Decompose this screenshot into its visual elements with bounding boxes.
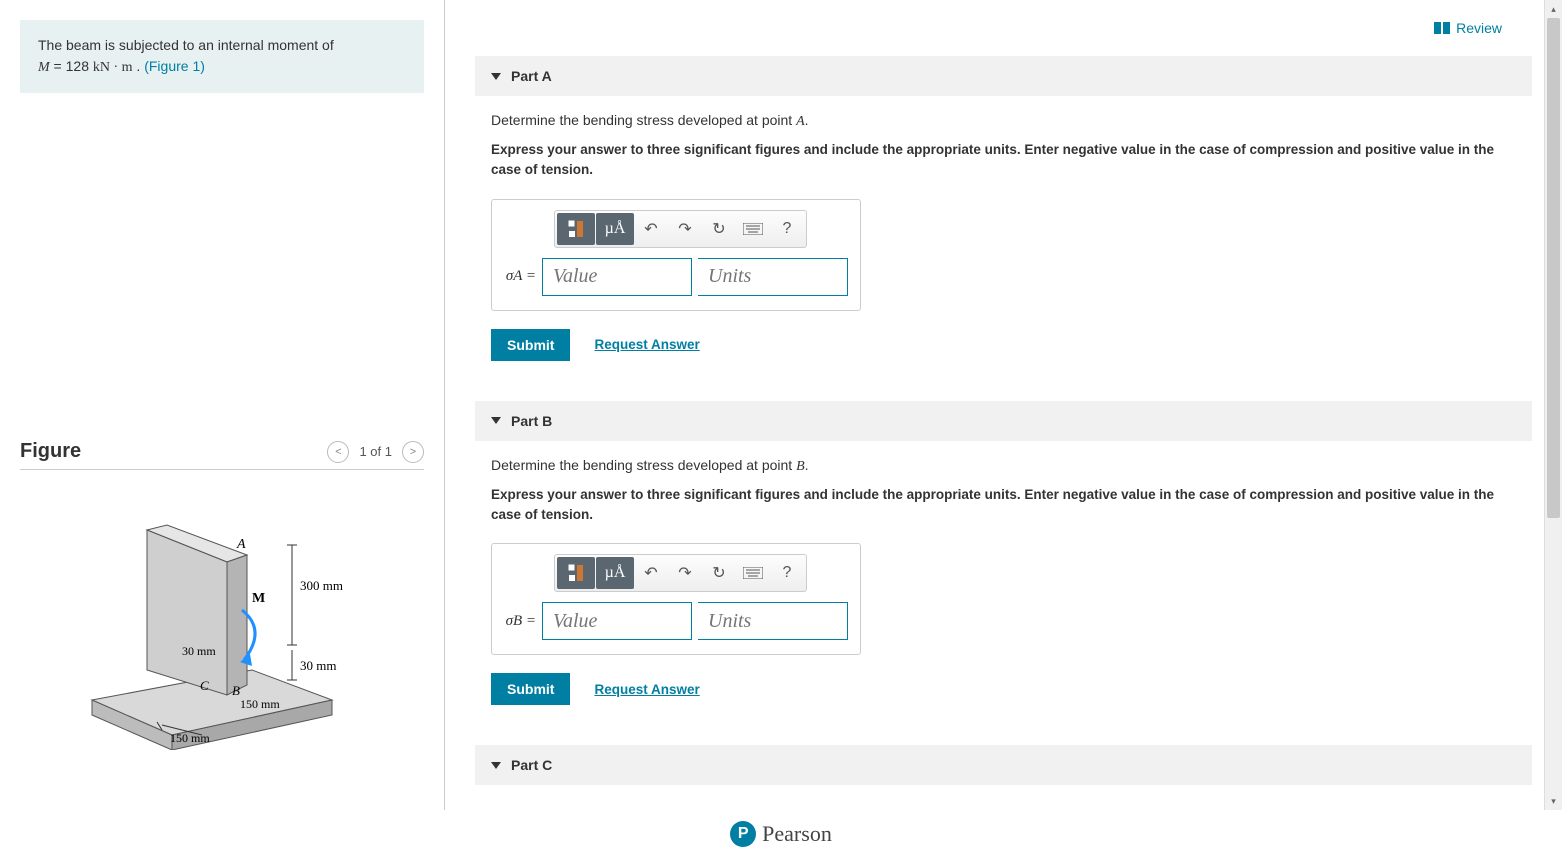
template-fraction-button[interactable] xyxy=(557,213,595,245)
part-title: Part B xyxy=(511,413,552,429)
special-char-button[interactable]: µÅ xyxy=(596,557,634,589)
figure-nav: < 1 of 1 > xyxy=(327,441,424,463)
answer-toolbar: µÅ ↶ ↷ ↻ ? xyxy=(554,554,807,592)
scroll-thumb[interactable] xyxy=(1547,18,1560,518)
help-button[interactable]: ? xyxy=(770,213,804,245)
fig-label-B: B xyxy=(232,683,240,698)
answer-toolbar: µÅ ↶ ↷ ↻ ? xyxy=(554,210,807,248)
right-panel: Review Part A Determine the bending stre… xyxy=(445,0,1562,810)
left-panel: The beam is subjected to an internal mom… xyxy=(0,0,445,810)
figure-nav-text: 1 of 1 xyxy=(359,444,392,459)
figure-header: Figure < 1 of 1 > xyxy=(20,440,424,470)
review-label: Review xyxy=(1456,20,1502,36)
submit-button-a[interactable]: Submit xyxy=(491,329,570,361)
undo-button[interactable]: ↶ xyxy=(634,557,668,589)
part-b: Part B Determine the bending stress deve… xyxy=(475,401,1532,726)
part-header-a[interactable]: Part A xyxy=(475,56,1532,96)
caret-down-icon xyxy=(491,73,501,80)
help-button[interactable]: ? xyxy=(770,557,804,589)
redo-button[interactable]: ↷ xyxy=(668,213,702,245)
part-title: Part A xyxy=(511,68,552,84)
problem-intro: The beam is subjected to an internal mom… xyxy=(38,37,334,53)
fig-dim-150a: 150 mm xyxy=(240,697,280,711)
figure-prev-button[interactable]: < xyxy=(327,441,349,463)
keyboard-button[interactable] xyxy=(736,213,770,245)
figure-link[interactable]: (Figure 1) xyxy=(144,58,205,74)
figure-image: A M 300 mm 30 mm 30 mm C B 150 mm 150 mm xyxy=(72,490,372,750)
problem-statement: The beam is subjected to an internal mom… xyxy=(20,20,424,93)
moment-units: kN · m xyxy=(93,60,133,75)
reset-button[interactable]: ↻ xyxy=(702,557,736,589)
prompt-a: Determine the bending stress developed a… xyxy=(491,112,1516,130)
part-header-c[interactable]: Part C xyxy=(475,745,1532,785)
part-a: Part A Determine the bending stress deve… xyxy=(475,56,1532,381)
fig-dim-30b: 30 mm xyxy=(300,658,336,673)
caret-down-icon xyxy=(491,417,501,424)
part-title: Part C xyxy=(511,757,552,773)
part-header-b[interactable]: Part B xyxy=(475,401,1532,441)
template-fraction-button[interactable] xyxy=(557,557,595,589)
pearson-logo-icon: P xyxy=(730,821,756,847)
keyboard-button[interactable] xyxy=(736,557,770,589)
moment-var: M xyxy=(38,60,50,75)
answer-box-b: µÅ ↶ ↷ ↻ ? σB = xyxy=(491,543,861,655)
moment-eq: = 128 xyxy=(50,58,93,74)
fig-label-C: C xyxy=(200,678,209,693)
figure-title: Figure xyxy=(20,440,81,463)
value-input-a[interactable] xyxy=(542,258,692,296)
fig-label-A: A xyxy=(236,537,246,552)
request-answer-link-a[interactable]: Request Answer xyxy=(594,337,699,352)
part-c: Part C xyxy=(475,745,1532,785)
fig-dim-300: 300 mm xyxy=(300,578,343,593)
review-link[interactable]: Review xyxy=(1434,20,1502,36)
request-answer-link-b[interactable]: Request Answer xyxy=(594,682,699,697)
undo-button[interactable]: ↶ xyxy=(634,213,668,245)
fig-label-M: M xyxy=(252,591,265,606)
problem-period: . xyxy=(133,58,145,74)
instructions-b: Express your answer to three significant… xyxy=(491,485,1516,526)
figure-next-button[interactable]: > xyxy=(402,441,424,463)
scrollbar[interactable]: ▴ ▾ xyxy=(1544,0,1562,810)
redo-button[interactable]: ↷ xyxy=(668,557,702,589)
fig-dim-30a: 30 mm xyxy=(182,644,216,658)
instructions-a: Express your answer to three significant… xyxy=(491,140,1516,181)
sigma-label-a: σA = xyxy=(504,268,536,285)
reset-button[interactable]: ↻ xyxy=(702,213,736,245)
review-flag-icon xyxy=(1434,22,1450,34)
fig-dim-150b: 150 mm xyxy=(170,731,210,745)
footer: P Pearson xyxy=(0,810,1562,856)
value-input-b[interactable] xyxy=(542,602,692,640)
caret-down-icon xyxy=(491,762,501,769)
special-char-button[interactable]: µÅ xyxy=(596,213,634,245)
submit-button-b[interactable]: Submit xyxy=(491,673,570,705)
answer-box-a: µÅ ↶ ↷ ↻ ? σA = xyxy=(491,199,861,311)
figure-section: Figure < 1 of 1 > xyxy=(20,440,424,750)
scroll-up-arrow[interactable]: ▴ xyxy=(1545,0,1562,18)
prompt-b: Determine the bending stress developed a… xyxy=(491,457,1516,475)
scroll-down-arrow[interactable]: ▾ xyxy=(1545,792,1562,810)
units-input-a[interactable] xyxy=(698,258,848,296)
sigma-label-b: σB = xyxy=(504,613,536,630)
units-input-b[interactable] xyxy=(698,602,848,640)
footer-brand: Pearson xyxy=(762,821,832,847)
